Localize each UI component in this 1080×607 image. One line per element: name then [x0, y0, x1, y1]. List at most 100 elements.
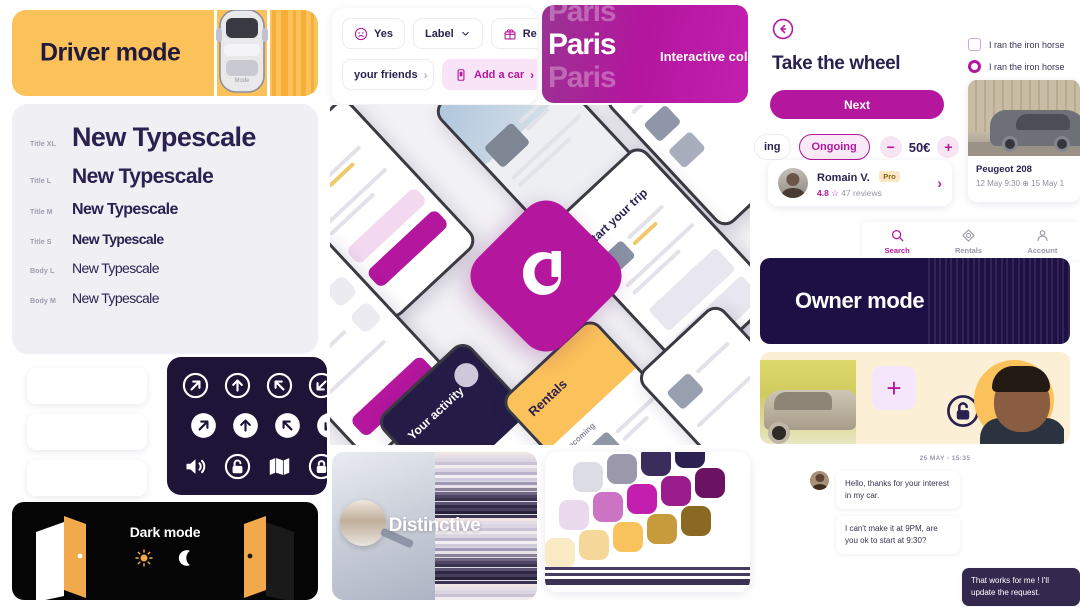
color-swatch[interactable] [647, 514, 677, 544]
next-button-label: Next [843, 97, 870, 112]
your-friends-chip[interactable]: your friends › [342, 59, 434, 90]
stripe [928, 258, 930, 344]
color-swatch[interactable] [613, 522, 643, 552]
palette-bars [545, 567, 750, 588]
radio-row[interactable]: I ran the iron horse [968, 60, 1080, 73]
ghost-button-stack [27, 368, 147, 506]
color-swatch[interactable] [593, 492, 623, 522]
increment-button[interactable]: + [937, 136, 960, 158]
arrow-up-right-circle-icon[interactable] [182, 372, 209, 399]
theme-toggle-icons [12, 548, 318, 568]
color-swatch[interactable] [661, 476, 691, 506]
typescale-row: Title S New Typescale [12, 231, 318, 247]
color-palette-card [545, 452, 750, 592]
moon-icon[interactable] [176, 548, 196, 568]
owner-portrait [972, 356, 1064, 444]
stripe [281, 10, 288, 96]
mirror-glass [340, 500, 386, 546]
color-swatch[interactable] [559, 500, 589, 530]
arrow-up-left-circle-icon[interactable] [266, 372, 293, 399]
color-swatch[interactable] [675, 452, 705, 468]
label-select-text: Label [424, 27, 454, 40]
next-button[interactable]: Next [770, 90, 944, 119]
checkbox-unchecked[interactable] [968, 38, 981, 51]
color-swatch[interactable] [681, 506, 711, 536]
status-controls-row: ing Ongoing − 50€ + [754, 134, 960, 160]
interactive-color-card: Paris Paris Paris Interactive color [542, 5, 748, 103]
stripe [972, 258, 975, 344]
tab-account[interactable]: Account [1027, 228, 1057, 255]
car-top-view-icon: Mode [216, 10, 268, 93]
user-name: Romain V. [817, 171, 870, 184]
phone-thumb [666, 372, 705, 411]
user-rating-row: 4.8 ☆ 47 reviews [817, 188, 900, 199]
map-icon[interactable] [266, 453, 293, 480]
stripe [961, 258, 964, 344]
ghost-button[interactable] [27, 414, 147, 450]
components-row-2: your friends › Add a car › [342, 59, 537, 90]
typescale-tag: Body L [30, 268, 55, 275]
yes-chip[interactable]: Yes [342, 18, 405, 49]
color-swatch[interactable] [641, 452, 671, 476]
lock-circle-icon[interactable] [308, 453, 327, 480]
tab-account-label: Account [1027, 245, 1058, 255]
add-button[interactable]: + [872, 366, 916, 410]
dark-mode-banner: Dark mode [12, 502, 318, 600]
speaker-icon[interactable] [182, 453, 209, 480]
color-swatch[interactable] [627, 484, 657, 514]
refer-friends-label: Refer your friends [522, 27, 537, 40]
status-pill-inactive-label: ing [764, 141, 781, 153]
decrement-button[interactable]: − [879, 136, 902, 158]
phone-line [330, 145, 362, 183]
status-pill-inactive[interactable]: ing [754, 134, 791, 160]
arrow-left-circle-icon[interactable] [772, 18, 794, 40]
user-profile-card[interactable]: Romain V. Pro 4.8 ☆ 47 reviews › [768, 160, 952, 206]
chevron-right-icon[interactable]: › [937, 175, 942, 191]
typescale-tag: Title XL [30, 141, 56, 148]
your-friends-label: your friends [354, 68, 418, 81]
arrow-up-filled-icon[interactable] [232, 412, 259, 439]
stripe [311, 10, 314, 96]
ghost-button[interactable] [27, 368, 147, 404]
yes-chip-label: Yes [374, 27, 393, 40]
sad-face-icon [354, 27, 368, 40]
page-title: Take the wheel [772, 53, 901, 74]
color-swatch[interactable] [545, 538, 575, 568]
blur-stripe [435, 597, 537, 600]
chat-bubble-incoming: Hello, thanks for your interest in my ca… [836, 471, 960, 509]
user-rating: 4.8 [817, 187, 829, 198]
car-dates: 12 May 9:30 ⊕ 15 May 1 [976, 179, 1065, 188]
unlock-circle-icon[interactable] [224, 453, 251, 480]
arrow-down-left-filled-icon[interactable] [316, 412, 327, 439]
paris-word: Paris [548, 5, 617, 28]
typescale-sample: New Typescale [72, 290, 159, 306]
account-icon [1037, 229, 1048, 241]
status-badge: Pro [879, 170, 900, 182]
sun-icon[interactable] [134, 548, 154, 568]
design-system-moodboard: Mode Driver mode Title XL New Typescale … [0, 0, 1080, 607]
car-photo [760, 360, 856, 444]
label-select-chip[interactable]: Label [412, 18, 483, 49]
arrow-up-circle-icon[interactable] [224, 372, 251, 399]
components-showcase-card: Yes Label Refer your friends y [332, 8, 537, 104]
color-swatch[interactable] [579, 530, 609, 560]
chat-bubble-outgoing: That works for me ! I'll update the requ… [962, 568, 1080, 606]
refer-friends-chip[interactable]: Refer your friends [490, 18, 537, 49]
ghost-button[interactable] [27, 460, 147, 496]
status-pill-ongoing[interactable]: Ongoing [798, 134, 870, 160]
add-a-car-chip[interactable]: Add a car › [442, 59, 537, 90]
car-listing-card[interactable]: Peugeot 208 12 May 9:30 ⊕ 15 May 1 [968, 80, 1080, 202]
arrow-up-left-filled-icon[interactable] [274, 412, 301, 439]
radio-checked[interactable] [968, 60, 981, 73]
color-swatch[interactable] [573, 462, 603, 492]
tab-search[interactable]: Search [885, 228, 910, 255]
arrow-up-right-filled-icon[interactable] [190, 412, 217, 439]
color-swatch[interactable] [607, 454, 637, 484]
phone-thumb [643, 105, 682, 143]
driver-mode-banner: Mode Driver mode [12, 10, 318, 96]
color-swatch[interactable] [695, 468, 725, 498]
arrow-down-left-circle-icon[interactable] [308, 372, 327, 399]
tab-rentals[interactable]: Rentals [955, 228, 982, 255]
stripe [1006, 258, 1009, 344]
checkbox-row[interactable]: I ran the iron horse [968, 38, 1080, 51]
